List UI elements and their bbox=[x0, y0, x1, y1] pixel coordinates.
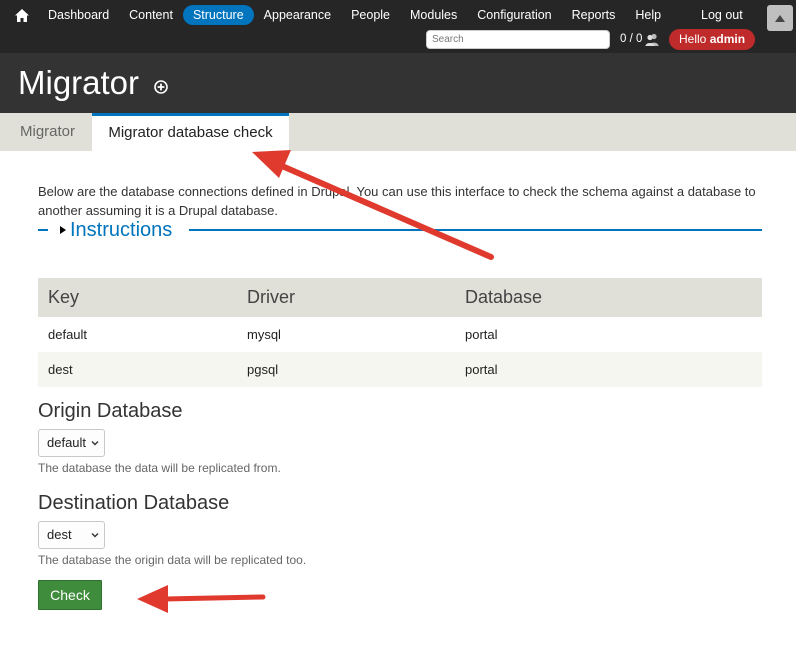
online-users-counter: 0 / 0 bbox=[620, 31, 659, 47]
menu-item-structure[interactable]: Structure bbox=[182, 5, 254, 25]
column-header-key: Key bbox=[38, 278, 237, 317]
menu-item-modules[interactable]: Modules bbox=[400, 5, 467, 25]
page-title: Migrator bbox=[18, 64, 140, 101]
caret-up-icon bbox=[775, 14, 785, 22]
tab-migrator-database-check[interactable]: Migrator database check bbox=[92, 113, 289, 151]
admin-toolbar: Dashboard Content Structure Appearance P… bbox=[0, 0, 796, 53]
logout-link[interactable]: Log out bbox=[701, 5, 743, 25]
chevron-down-icon bbox=[91, 533, 99, 538]
search-input[interactable] bbox=[426, 30, 610, 49]
table-row: dest pgsql portal bbox=[38, 352, 762, 387]
cell-key: default bbox=[48, 327, 88, 342]
database-connections-table: Key Driver Database default mysql portal… bbox=[38, 278, 762, 387]
users-icon bbox=[645, 33, 659, 46]
origin-database-description: The database the data will be replicated… bbox=[38, 461, 281, 475]
page: Dashboard Content Structure Appearance P… bbox=[0, 0, 796, 670]
instructions-toggle[interactable]: Instructions bbox=[60, 219, 172, 241]
instructions-fieldset: Instructions bbox=[38, 219, 762, 241]
fieldset-border-right bbox=[189, 229, 762, 231]
page-header: Migrator bbox=[0, 53, 796, 113]
menu-item-appearance[interactable]: Appearance bbox=[254, 5, 341, 25]
cell-database: portal bbox=[455, 352, 762, 387]
page-description: Below are the database connections defin… bbox=[38, 184, 756, 218]
origin-database-select[interactable]: default bbox=[38, 429, 105, 457]
table-header-row: Key Driver Database bbox=[38, 278, 762, 317]
fieldset-border-left bbox=[38, 229, 48, 231]
destination-database-selected: dest bbox=[47, 527, 72, 542]
destination-database-select[interactable]: dest bbox=[38, 521, 105, 549]
origin-database-label: Origin Database bbox=[38, 400, 183, 422]
add-shortcut-icon[interactable] bbox=[154, 80, 168, 94]
cell-database: portal bbox=[465, 327, 498, 342]
menu-item-content[interactable]: Content bbox=[119, 5, 183, 25]
cell-driver: mysql bbox=[247, 327, 281, 342]
cell-driver: pgsql bbox=[237, 352, 455, 387]
table-row: default mysql portal bbox=[38, 317, 762, 352]
hello-username: admin bbox=[709, 32, 746, 46]
check-button[interactable]: Check bbox=[38, 580, 102, 610]
annotation-arrow-button bbox=[137, 585, 266, 613]
menu-item-configuration[interactable]: Configuration bbox=[467, 5, 561, 25]
hello-prefix: Hello bbox=[679, 32, 707, 46]
menu-item-reports[interactable]: Reports bbox=[562, 5, 626, 25]
home-icon[interactable] bbox=[12, 6, 32, 24]
destination-database-description: The database the origin data will be rep… bbox=[38, 553, 307, 567]
column-header-driver: Driver bbox=[237, 278, 455, 317]
user-greeting-button[interactable]: Hello admin bbox=[669, 29, 756, 50]
admin-menu: Dashboard Content Structure Appearance P… bbox=[38, 5, 671, 25]
cell-key: dest bbox=[38, 352, 237, 387]
origin-database-selected: default bbox=[47, 435, 87, 450]
tab-migrator[interactable]: Migrator bbox=[20, 113, 75, 151]
primary-tabs: Migrator Migrator database check bbox=[0, 113, 796, 151]
menu-item-people[interactable]: People bbox=[341, 5, 400, 25]
menu-item-dashboard[interactable]: Dashboard bbox=[38, 5, 119, 25]
chevron-down-icon bbox=[91, 441, 99, 446]
triangle-right-icon bbox=[60, 226, 66, 234]
toolbar-toggle-button[interactable] bbox=[767, 5, 793, 31]
destination-database-label: Destination Database bbox=[38, 492, 230, 514]
users-count: 0 / 0 bbox=[620, 33, 643, 45]
column-header-database: Database bbox=[455, 278, 762, 317]
menu-item-help[interactable]: Help bbox=[625, 5, 671, 25]
instructions-label: Instructions bbox=[70, 219, 173, 241]
